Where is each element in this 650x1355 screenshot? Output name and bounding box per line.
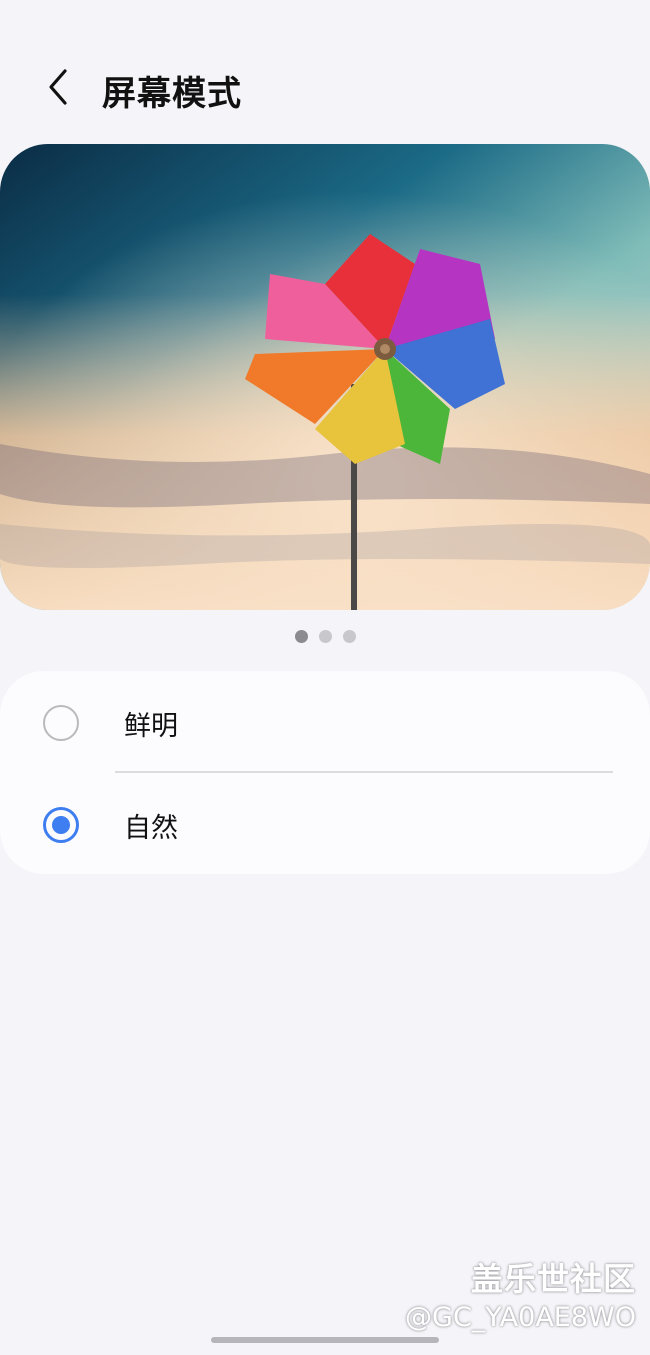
app-bar: 屏幕模式 — [0, 50, 650, 130]
chevron-left-icon — [49, 69, 67, 105]
screen-mode-preview-image[interactable] — [0, 144, 650, 610]
page-title: 屏幕模式 — [102, 74, 242, 114]
option-natural[interactable]: 自然 — [0, 775, 650, 875]
page-dot-2[interactable] — [318, 629, 332, 643]
radio-button-selected[interactable] — [43, 807, 79, 843]
home-indicator[interactable] — [211, 1337, 439, 1343]
divider — [115, 771, 613, 773]
watermark-community: 盖乐世社区 — [470, 1260, 636, 1298]
page-dot-3[interactable] — [342, 629, 356, 643]
option-label: 鲜明 — [124, 710, 178, 742]
option-label: 自然 — [124, 812, 178, 844]
pinwheel-image — [0, 144, 650, 610]
watermark-user: @GC_YA0AE8WO — [405, 1302, 636, 1333]
option-vivid[interactable]: 鲜明 — [0, 673, 650, 773]
page-dot-1[interactable] — [294, 629, 308, 643]
radio-button-unselected[interactable] — [43, 705, 79, 741]
screen-mode-options: 鲜明 自然 — [0, 671, 650, 874]
back-button[interactable] — [36, 65, 80, 109]
preview-page-indicator — [0, 628, 650, 644]
